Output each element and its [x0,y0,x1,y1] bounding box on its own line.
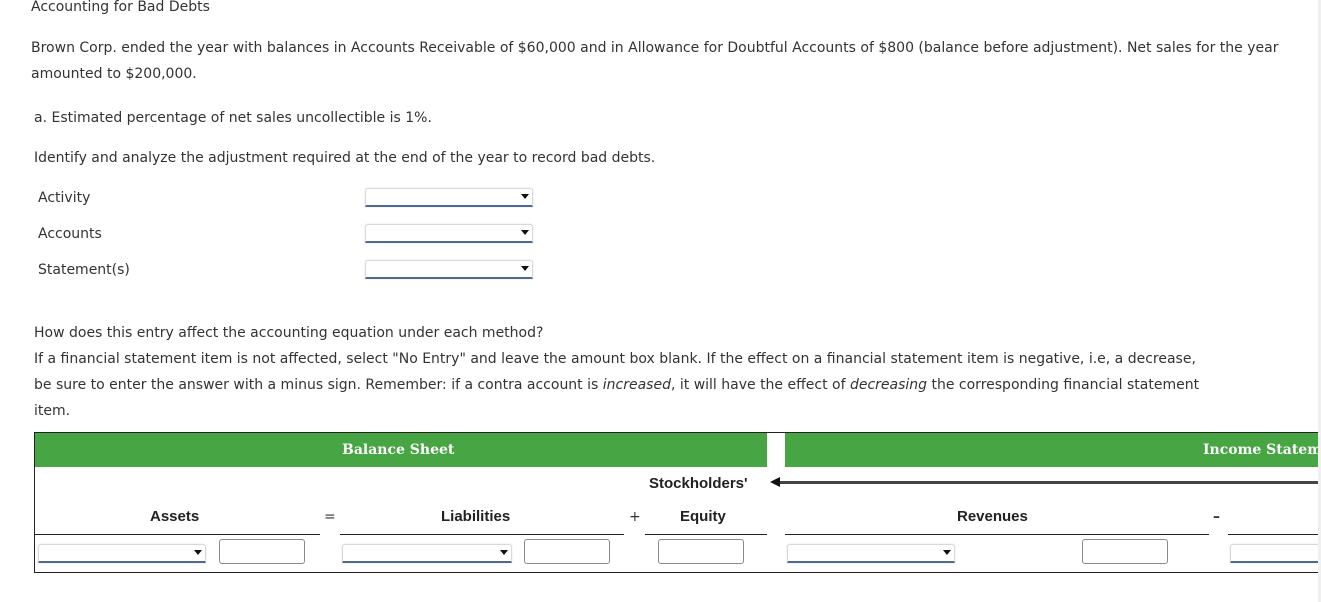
assets-header: Assets [150,508,200,525]
instruction-line-2: be sure to enter the answer with a minus… [34,372,1304,398]
minus-sign: – [1213,509,1220,525]
income-statement-header: Income Statement [1203,442,1321,458]
balance-sheet-header: Balance Sheet [342,442,455,458]
emphasis-decreasing: decreasing [849,377,928,393]
dropdown-arrow-icon [521,266,529,271]
statements-select[interactable] [365,260,533,279]
equity-header-line2: Equity [680,508,726,525]
dropdown-arrow-icon [500,550,508,555]
dropdown-arrow-icon [521,230,529,235]
emphasis-increased: increased [602,377,671,393]
equals-sign: = [324,509,336,525]
instruction-line-1: If a financial statement item is not aff… [34,351,1196,367]
problem-intro: Brown Corp. ended the year with balances… [31,40,1279,82]
dropdown-arrow-icon [521,194,529,199]
arrow-left-icon [770,477,780,487]
expenses-underline [1228,534,1321,535]
assets-underline [35,534,320,535]
expenses-account-select[interactable] [1230,544,1321,563]
liabilities-account-select[interactable] [342,544,512,563]
dropdown-arrow-icon [943,550,951,555]
accounts-select[interactable] [365,224,533,243]
liabilities-amount-input[interactable] [524,539,610,564]
part-a-label: a. Estimated percentage of net sales unc… [34,110,432,126]
instruction-text: , it will have the effect of [670,377,850,393]
statements-label: Statement(s) [38,262,130,278]
revenues-underline [785,534,1209,535]
equation-instructions: How does this entry affect the accountin… [34,320,1304,424]
instruction-text: be sure to enter the answer with a minus… [34,377,603,393]
page-title: Accounting for Bad Debts [31,0,210,15]
equation-question: How does this entry affect the accountin… [34,325,544,341]
revenues-header: Revenues [957,508,1028,525]
instruction-text: Identify and analyze the adjustment requ… [34,150,656,166]
instruction-line-3: item. [34,403,71,419]
arrow-line [780,481,1321,484]
assets-account-select[interactable] [38,544,206,563]
equity-header-line1: Stockholders' [649,475,748,492]
revenues-amount-input[interactable] [1082,539,1168,564]
table-bottom-border [34,572,1321,573]
accounts-label: Accounts [38,226,102,242]
liabilities-underline [340,534,624,535]
instruction-text: the corresponding financial statement [927,377,1200,393]
activity-select[interactable] [365,188,533,207]
liabilities-header: Liabilities [441,508,511,525]
revenues-account-select[interactable] [787,544,955,563]
dropdown-arrow-icon [194,550,202,555]
activity-label: Activity [38,190,91,206]
plus-sign: + [629,509,641,525]
assets-amount-input[interactable] [219,539,305,564]
equity-amount-input[interactable] [658,539,744,564]
equity-underline [645,534,767,535]
